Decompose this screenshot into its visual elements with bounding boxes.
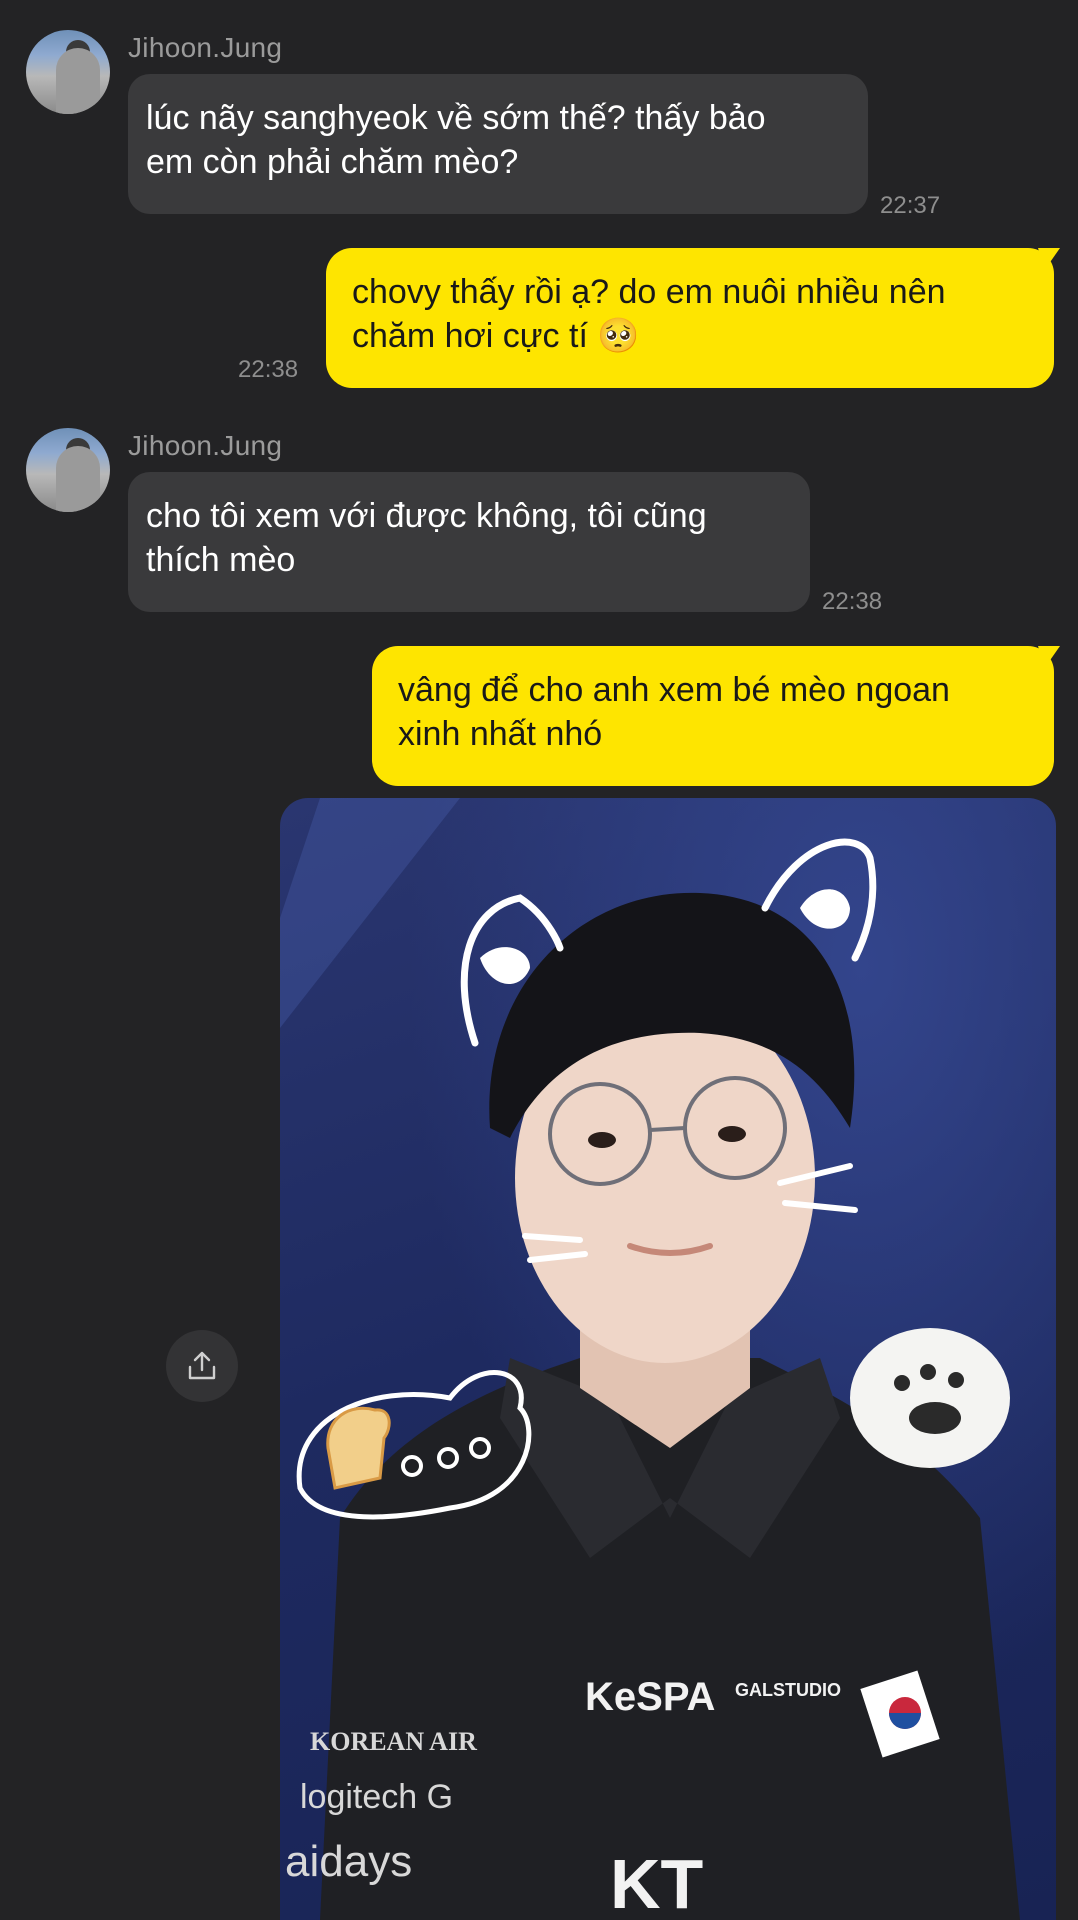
sender-name: Jihoon.Jung: [128, 430, 283, 461]
message-text: chovy thấy rồi ạ? do em nuôi nhiều nên: [352, 273, 946, 311]
message-bubble-incoming[interactable]: cho tôi xem với được không, tôi cũng thí…: [128, 472, 810, 612]
svg-text:aidays: aidays: [285, 1837, 412, 1886]
svg-text:logitech G: logitech G: [300, 1778, 453, 1816]
sender-name: Jihoon.Jung: [128, 32, 283, 63]
pleading-face-emoji: 🥺: [597, 317, 640, 355]
chat-thread: Jihoon.Jung lúc nãy sanghyeok về sớm thế…: [0, 0, 1078, 1920]
message-text: vâng để cho anh xem bé mèo ngoan: [398, 671, 950, 709]
message-time: 22:37: [880, 192, 941, 219]
message-time: 22:38: [822, 588, 883, 615]
photo-illustration: KeSPA GALSTUDIO KOREAN AIR logitech G ai…: [280, 798, 1020, 1920]
svg-text:KOREAN AIR: KOREAN AIR: [310, 1727, 477, 1756]
avatar[interactable]: [26, 30, 110, 114]
share-button[interactable]: [166, 1330, 238, 1402]
message-bubble-outgoing[interactable]: chovy thấy rồi ạ? do em nuôi nhiều nên c…: [326, 248, 1054, 388]
avatar[interactable]: [26, 428, 110, 512]
photo-message[interactable]: KeSPA GALSTUDIO KOREAN AIR logitech G ai…: [280, 798, 1056, 1920]
message-text: cho tôi xem với được không, tôi cũng: [146, 497, 707, 535]
message-text: xinh nhất nhó: [398, 715, 603, 753]
svg-text:GALSTUDIO: GALSTUDIO: [735, 1680, 841, 1700]
message-text: lúc nãy sanghyeok về sớm thế? thấy bảo: [146, 99, 766, 137]
message-bubble-outgoing[interactable]: vâng để cho anh xem bé mèo ngoan xinh nh…: [372, 646, 1054, 786]
svg-text:KT: KT: [610, 1845, 703, 1920]
message-text: chăm hơi cực tí: [352, 317, 588, 355]
message-text: em còn phải chăm mèo?: [146, 143, 519, 181]
message-time: 22:38: [238, 356, 299, 383]
share-icon: [188, 1351, 216, 1380]
svg-text:KeSPA: KeSPA: [585, 1675, 715, 1719]
message-text: thích mèo: [146, 541, 296, 579]
message-bubble-incoming[interactable]: lúc nãy sanghyeok về sớm thế? thấy bảo e…: [128, 74, 868, 214]
